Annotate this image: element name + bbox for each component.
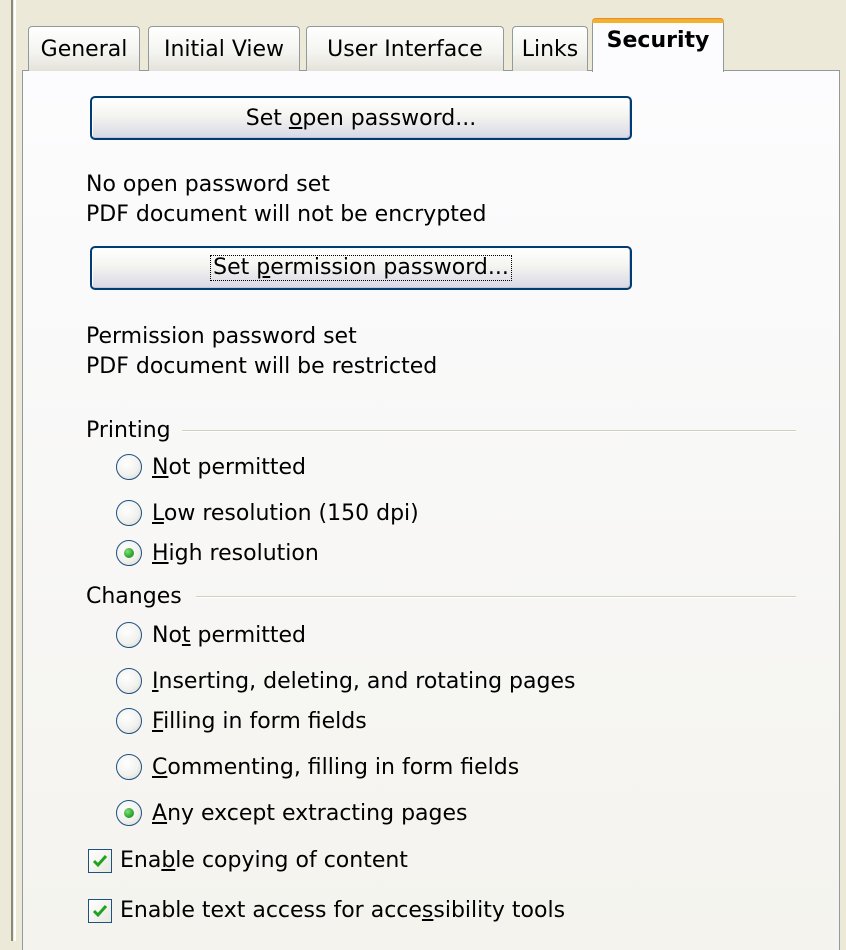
tab-user-interface[interactable]: User Interface — [306, 26, 504, 71]
check-mark-icon — [92, 904, 108, 917]
dialog-border-highlight — [14, 0, 16, 941]
dialog-border — [11, 0, 13, 941]
radio-label: Filling in form fields — [152, 708, 367, 734]
changes-inserting-deleting-rotating-radio[interactable]: Inserting, deleting, and rotating pages — [116, 668, 575, 694]
changes-not-permitted-radio[interactable]: Not permitted — [116, 622, 306, 648]
checkbox-checked-icon — [88, 848, 112, 873]
radio-label: Any except extracting pages — [152, 800, 468, 826]
printing-group-label: Printing — [86, 418, 171, 443]
set-permission-password-label: Set permission password... — [210, 255, 512, 281]
checkbox-label: Enable text access for accessibility too… — [120, 898, 566, 923]
set-open-password-label: Set open password... — [245, 105, 477, 131]
printing-low-resolution-radio[interactable]: Low resolution (150 dpi) — [116, 500, 419, 526]
radio-button-icon — [116, 622, 142, 648]
tab-initial-view-label: Initial View — [163, 36, 285, 62]
checkbox-label: Enable copying of content — [120, 848, 408, 873]
printing-high-resolution-radio[interactable]: High resolution — [116, 540, 319, 566]
restriction-status: PDF document will be restricted — [86, 354, 438, 379]
radio-button-icon — [116, 708, 142, 734]
radio-button-icon — [116, 454, 142, 480]
radio-label: Commenting, filling in form fields — [152, 754, 520, 780]
encryption-status: PDF document will not be encrypted — [86, 202, 487, 227]
open-password-status: No open password set — [86, 172, 330, 197]
tab-initial-view[interactable]: Initial View — [148, 26, 300, 71]
radio-label: Inserting, deleting, and rotating pages — [152, 668, 576, 694]
set-open-password-button[interactable]: Set open password... — [90, 96, 632, 140]
printing-not-permitted-radio[interactable]: Not permitted — [116, 454, 306, 480]
radio-button-icon — [116, 754, 142, 780]
radio-label: High resolution — [152, 540, 319, 566]
tab-links-label: Links — [521, 36, 579, 62]
radio-button-icon — [116, 668, 142, 694]
changes-group-separator — [196, 596, 796, 598]
tab-links[interactable]: Links — [512, 26, 588, 71]
tab-security-label: Security — [606, 28, 710, 53]
enable-accessibility-access-checkbox[interactable]: Enable text access for accessibility too… — [88, 898, 565, 923]
checkbox-checked-icon — [88, 898, 112, 923]
check-mark-icon — [92, 854, 108, 867]
radio-button-icon — [116, 500, 142, 526]
changes-filling-form-fields-radio[interactable]: Filling in form fields — [116, 708, 367, 734]
tab-security[interactable]: Security — [592, 18, 724, 72]
printing-group-separator — [182, 430, 796, 432]
radio-button-selected-icon — [116, 540, 142, 566]
tab-general[interactable]: General — [28, 26, 140, 71]
set-permission-password-button[interactable]: Set permission password... — [90, 246, 632, 290]
permission-password-status: Permission password set — [86, 324, 357, 349]
radio-button-selected-icon — [116, 800, 142, 826]
tab-user-interface-label: User Interface — [327, 36, 483, 62]
changes-commenting-filling-radio[interactable]: Commenting, filling in form fields — [116, 754, 519, 780]
radio-label: Low resolution (150 dpi) — [152, 500, 419, 526]
radio-label: Not permitted — [152, 622, 307, 648]
changes-group-label: Changes — [86, 584, 182, 609]
changes-any-except-extracting-radio[interactable]: Any except extracting pages — [116, 800, 467, 826]
tab-general-label: General — [40, 36, 128, 62]
radio-label: Not permitted — [152, 454, 307, 480]
enable-copying-checkbox[interactable]: Enable copying of content — [88, 848, 408, 873]
